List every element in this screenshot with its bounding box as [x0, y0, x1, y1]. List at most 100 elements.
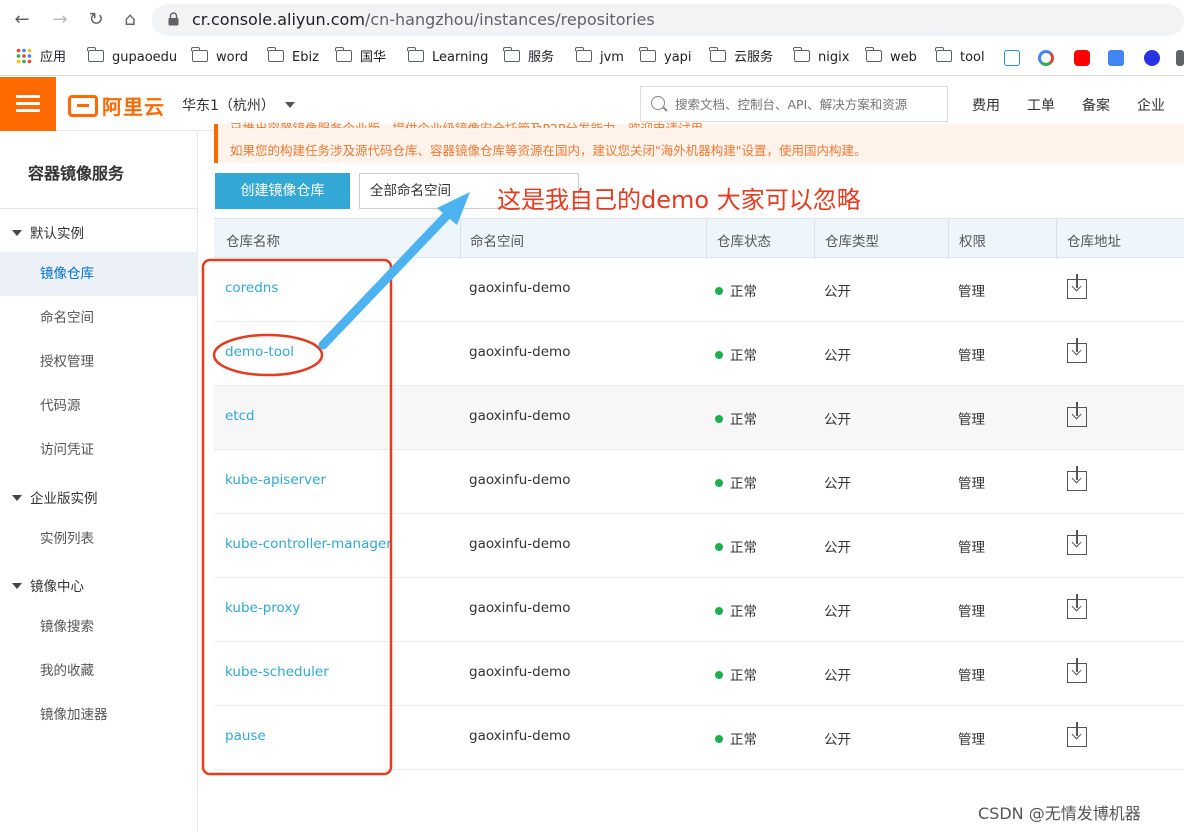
folder-icon — [191, 47, 208, 62]
bookmark-fuwu[interactable]: 服务 — [503, 47, 554, 68]
download-icon[interactable] — [1067, 274, 1087, 299]
bookmark-ebiz[interactable]: Ebiz — [267, 47, 319, 68]
sidebar-item-access-credentials[interactable]: 访问凭证 — [0, 428, 198, 472]
address-bar[interactable]: cr.console.aliyun.com/cn-hangzhou/instan… — [152, 4, 1184, 36]
menu-icon[interactable] — [0, 77, 56, 131]
region-selector[interactable]: 华东1（杭州） — [182, 95, 295, 115]
aliyun-logo[interactable]: 阿里云 — [68, 91, 165, 119]
bookmark-nigix[interactable]: nigix — [793, 47, 849, 68]
header-link-tickets[interactable]: 工单 — [1027, 95, 1055, 115]
folder-icon — [503, 47, 520, 62]
table-row: pause gaoxinfu-demo 正常 公开 管理 — [214, 706, 1184, 770]
sidebar-item-favorites[interactable]: 我的收藏 — [0, 649, 198, 693]
column-header-repo-name: 仓库名称 — [226, 234, 280, 250]
sidebar-item-instance-list[interactable]: 实例列表 — [0, 517, 198, 561]
home-icon[interactable]: ⌂ — [118, 8, 142, 32]
more-bookmarks-icon[interactable] — [1176, 50, 1184, 66]
sidebar-group-default-instance[interactable]: 默认实例 — [12, 222, 84, 242]
sidebar-title: 容器镜像服务 — [28, 164, 125, 183]
bookmark-tool[interactable]: tool — [935, 47, 985, 68]
header-link-fees[interactable]: 费用 — [972, 95, 1000, 115]
folder-icon — [575, 47, 592, 62]
table-row: kube-apiserver gaoxinfu-demo 正常 公开 管理 — [214, 450, 1184, 514]
bookmark-apps[interactable]: 应用 — [16, 48, 66, 68]
download-icon[interactable] — [1067, 466, 1087, 491]
sidebar-item-image-accelerator[interactable]: 镜像加速器 — [0, 693, 198, 737]
namespace-cell: gaoxinfu-demo — [469, 664, 571, 680]
manage-link[interactable]: 管理 — [958, 472, 985, 492]
bookmark-guohua[interactable]: 国华 — [335, 47, 386, 68]
namespace-cell: gaoxinfu-demo — [469, 280, 571, 296]
manage-link[interactable]: 管理 — [958, 600, 985, 620]
url-path: /cn-hangzhou/instances/repositories — [364, 10, 655, 29]
back-icon[interactable]: ← — [10, 8, 34, 32]
apps-grid-icon — [16, 48, 32, 64]
sidebar-item-image-search[interactable]: 镜像搜索 — [0, 605, 198, 649]
table-row: kube-controller-manager gaoxinfu-demo 正常… — [214, 514, 1184, 578]
manage-link[interactable]: 管理 — [958, 728, 985, 748]
status-cell: 正常 — [715, 728, 757, 748]
namespace-cell: gaoxinfu-demo — [469, 408, 571, 424]
sidebar-item-authorization[interactable]: 授权管理 — [0, 340, 198, 384]
sidebar-item-namespaces[interactable]: 命名空间 — [0, 296, 198, 340]
header-link-icp[interactable]: 备案 — [1082, 95, 1110, 115]
repo-name-link[interactable]: kube-proxy — [225, 600, 300, 616]
bookmark-jvm[interactable]: jvm — [575, 47, 624, 68]
column-header-type: 仓库类型 — [825, 234, 879, 250]
repo-name-link[interactable]: pause — [225, 728, 266, 744]
repo-name-link[interactable]: kube-apiserver — [225, 472, 326, 488]
type-cell: 公开 — [824, 476, 851, 492]
download-icon[interactable] — [1067, 658, 1087, 683]
bookmark-web[interactable]: web — [865, 47, 917, 68]
namespace-cell: gaoxinfu-demo — [469, 344, 571, 360]
folder-icon — [87, 47, 104, 62]
repo-name-link[interactable]: coredns — [225, 280, 278, 296]
forward-icon[interactable]: → — [48, 8, 72, 32]
caret-down-icon — [12, 583, 22, 589]
browser-toolbar: ← → ↻ ⌂ cr.console.aliyun.com/cn-hangzho… — [0, 0, 1184, 40]
download-icon[interactable] — [1067, 530, 1087, 555]
global-search[interactable] — [640, 86, 948, 122]
manage-link[interactable]: 管理 — [958, 536, 985, 556]
folder-icon — [935, 47, 952, 62]
type-cell: 公开 — [824, 284, 851, 300]
download-icon[interactable] — [1067, 594, 1087, 619]
repo-name-link[interactable]: demo-tool — [225, 344, 294, 360]
sidebar-item-code-source[interactable]: 代码源 — [0, 384, 198, 428]
bookmark-gupaoedu[interactable]: gupaoedu — [87, 47, 177, 68]
status-dot-icon — [715, 671, 723, 679]
manage-link[interactable]: 管理 — [958, 664, 985, 684]
create-repository-button[interactable]: 创建镜像仓库 — [215, 173, 350, 209]
sidebar-divider — [0, 208, 198, 209]
manage-link[interactable]: 管理 — [958, 408, 985, 428]
manage-link[interactable]: 管理 — [958, 344, 985, 364]
sidebar-item-repositories[interactable]: 镜像仓库 — [0, 252, 198, 296]
bookmark-learning[interactable]: Learning — [407, 47, 488, 68]
download-icon[interactable] — [1067, 338, 1087, 363]
csdn-watermark: CSDN @无情发博机器 — [978, 804, 1141, 823]
google-icon[interactable] — [1038, 50, 1054, 66]
download-icon[interactable] — [1067, 402, 1087, 427]
status-cell: 正常 — [715, 408, 757, 428]
bookmark-yunfuwu[interactable]: 云服务 — [709, 47, 773, 68]
reload-icon[interactable]: ↻ — [84, 8, 108, 32]
aliyun-logo-icon — [68, 94, 98, 117]
status-dot-icon — [715, 351, 723, 359]
youtube-icon[interactable] — [1074, 50, 1090, 66]
namespace-cell: gaoxinfu-demo — [469, 536, 571, 552]
infoq-icon[interactable] — [1004, 50, 1020, 66]
sidebar-group-enterprise-instance[interactable]: 企业版实例 — [12, 487, 98, 507]
bookmark-yapi[interactable]: yapi — [639, 47, 692, 68]
repo-name-link[interactable]: etcd — [225, 408, 255, 424]
search-input[interactable] — [675, 87, 945, 121]
repo-name-link[interactable]: kube-scheduler — [225, 664, 329, 680]
baidu-icon[interactable] — [1144, 50, 1160, 66]
header-link-enterprise[interactable]: 企业 — [1137, 95, 1165, 115]
download-icon[interactable] — [1067, 722, 1087, 747]
bookmark-word[interactable]: word — [191, 47, 248, 68]
sidebar-group-image-center[interactable]: 镜像中心 — [12, 575, 84, 595]
notice-banner: 已推出容器镜像服务企业版，提供企业级镜像安全托管及P2P分发能力，欢迎申请试用。… — [214, 121, 1184, 163]
translate-icon[interactable] — [1108, 50, 1124, 66]
repo-name-link[interactable]: kube-controller-manager — [225, 536, 392, 552]
manage-link[interactable]: 管理 — [958, 280, 985, 300]
